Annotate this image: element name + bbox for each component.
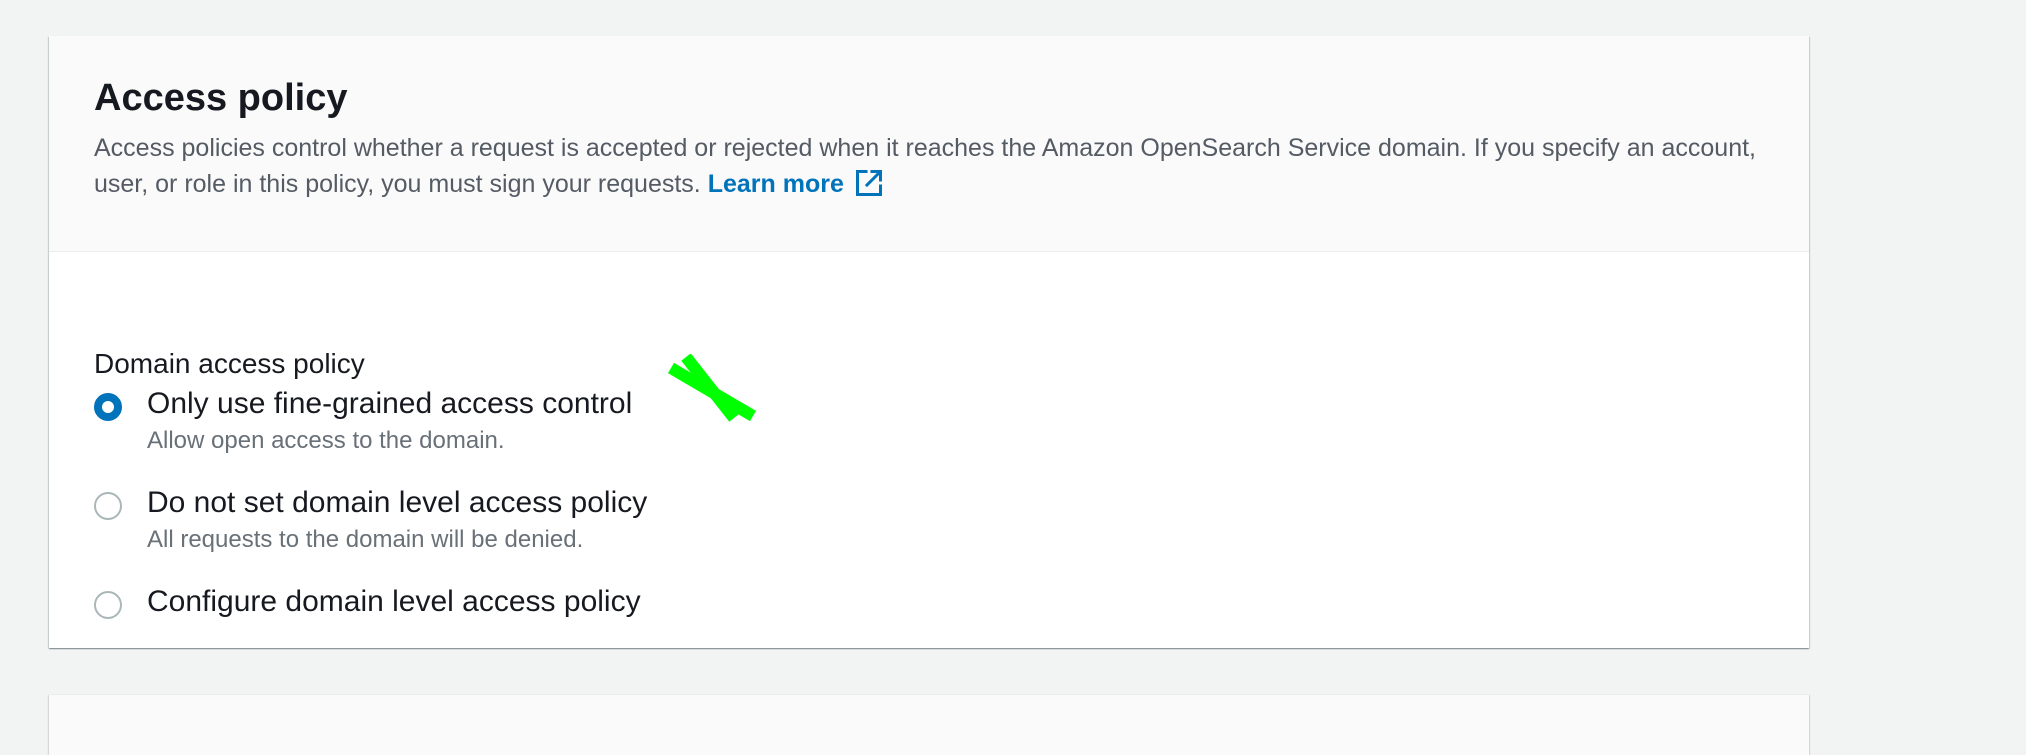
panel-description-text: Access policies control whether a reques… xyxy=(94,134,1756,198)
radio-button[interactable] xyxy=(94,492,122,520)
option-label[interactable]: Only use fine-grained access control xyxy=(147,384,632,424)
option-description: All requests to the domain will be denie… xyxy=(147,526,584,553)
radio-button-checked[interactable] xyxy=(94,393,122,421)
access-policy-panel: Access policy Access policies control wh… xyxy=(49,36,1809,648)
next-panel xyxy=(49,695,1809,755)
option-description: Allow open access to the domain. xyxy=(147,427,505,454)
panel-description: Access policies control whether a reques… xyxy=(94,130,1784,202)
learn-more-label: Learn more xyxy=(707,170,844,198)
panel-header: Access policy Access policies control wh… xyxy=(49,36,1809,252)
external-link-icon xyxy=(855,169,883,196)
option-label[interactable]: Configure domain level access policy xyxy=(147,582,641,622)
learn-more-link[interactable]: Learn more xyxy=(707,169,884,198)
cursor-marker-icon xyxy=(667,354,757,422)
radio-button[interactable] xyxy=(94,591,122,619)
option-label[interactable]: Do not set domain level access policy xyxy=(147,483,647,523)
panel-title: Access policy xyxy=(94,77,348,119)
domain-access-policy-label: Domain access policy xyxy=(94,348,365,379)
